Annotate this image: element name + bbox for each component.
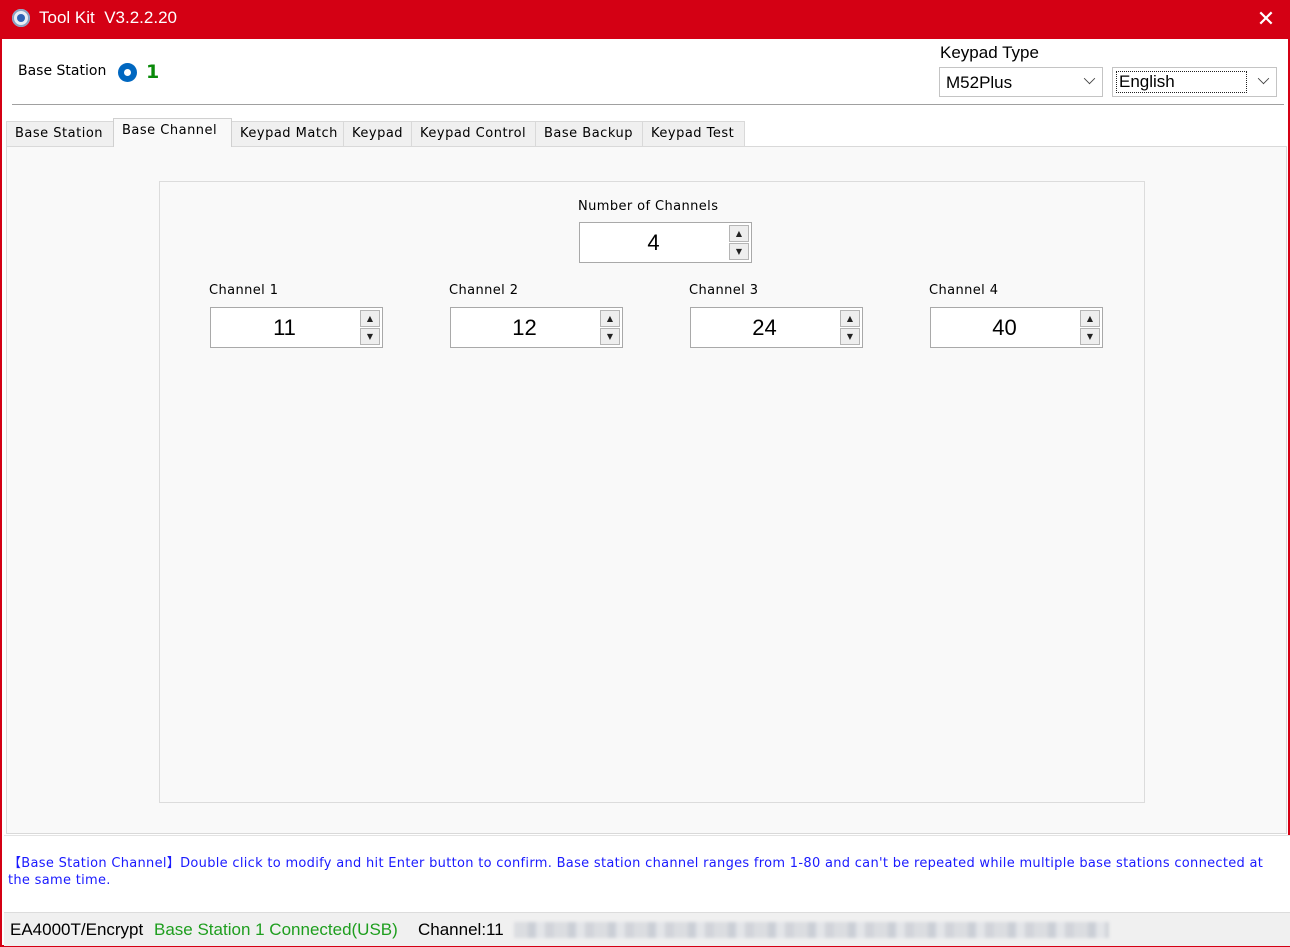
channel-group: Number of Channels 4 ▲ ▼ Channel 1 11 ▲ …	[159, 181, 1145, 803]
base-station-label: Base Station	[18, 63, 107, 79]
number-of-channels-stepper[interactable]: 4 ▲ ▼	[579, 222, 752, 263]
arrow-down-icon[interactable]: ▼	[1080, 328, 1100, 345]
arrow-up-icon[interactable]: ▲	[729, 225, 749, 242]
arrow-down-icon[interactable]: ▼	[360, 328, 380, 345]
tab-base-station[interactable]: Base Station	[6, 121, 114, 146]
channel-1-value[interactable]: 11	[211, 308, 358, 347]
channel-3-value[interactable]: 24	[691, 308, 838, 347]
channel-3-label: Channel 3	[689, 283, 759, 298]
stepper-buttons: ▲ ▼	[840, 310, 860, 345]
channel-2-value[interactable]: 12	[451, 308, 598, 347]
tab-keypad-test[interactable]: Keypad Test	[642, 121, 745, 146]
language-value: English	[1116, 71, 1247, 93]
channel-2-label: Channel 2	[449, 283, 519, 298]
channel-1-label: Channel 1	[209, 283, 279, 298]
stepper-buttons: ▲ ▼	[1080, 310, 1100, 345]
chevron-down-icon	[1083, 72, 1096, 85]
channel-4-label: Channel 4	[929, 283, 999, 298]
status-bar: EA4000T/Encrypt Base Station 1 Connected…	[4, 912, 1290, 946]
chevron-down-icon	[1257, 72, 1270, 85]
channel-1-stepper[interactable]: 11 ▲ ▼	[210, 307, 383, 348]
tab-base-channel[interactable]: Base Channel	[113, 118, 232, 147]
status-channel: Channel:11	[418, 920, 504, 939]
arrow-up-icon[interactable]: ▲	[360, 310, 380, 327]
arrow-down-icon[interactable]: ▼	[600, 328, 620, 345]
tab-keypad-control[interactable]: Keypad Control	[411, 121, 536, 146]
channel-4-stepper[interactable]: 40 ▲ ▼	[930, 307, 1103, 348]
status-connection: Base Station 1 Connected(USB)	[154, 920, 398, 939]
redacted-status-details	[514, 922, 1109, 938]
keypad-type-label: Keypad Type	[940, 43, 1039, 62]
info-message: 【Base Station Channel】Double click to mo…	[8, 856, 1264, 888]
arrow-down-icon[interactable]: ▼	[840, 328, 860, 345]
arrow-up-icon[interactable]: ▲	[840, 310, 860, 327]
channel-3-stepper[interactable]: 24 ▲ ▼	[690, 307, 863, 348]
status-model: EA4000T/Encrypt	[10, 920, 144, 939]
tab-keypad-match[interactable]: Keypad Match	[231, 121, 344, 146]
keypad-type-dropdown[interactable]: M52Plus	[939, 67, 1103, 97]
stepper-buttons: ▲ ▼	[360, 310, 380, 345]
number-of-channels-label: Number of Channels	[578, 199, 719, 214]
tab-keypad[interactable]: Keypad	[343, 121, 412, 146]
info-panel: 【Base Station Channel】Double click to mo…	[4, 835, 1290, 912]
channel-2-stepper[interactable]: 12 ▲ ▼	[450, 307, 623, 348]
channel-4-value[interactable]: 40	[931, 308, 1078, 347]
close-icon[interactable]: ✕	[1240, 0, 1290, 39]
arrow-up-icon[interactable]: ▲	[600, 310, 620, 327]
stepper-buttons: ▲ ▼	[729, 225, 749, 260]
keypad-type-value: M52Plus	[946, 73, 1013, 92]
arrow-up-icon[interactable]: ▲	[1080, 310, 1100, 327]
main-window: Tool Kit V3.2.2.20 ✕ Base Station 1 Keyp…	[0, 0, 1290, 947]
window-title: Tool Kit V3.2.2.20	[39, 8, 177, 27]
base-station-radio[interactable]	[118, 63, 137, 82]
number-of-channels-value[interactable]: 4	[580, 223, 727, 262]
base-channel-page: Number of Channels 4 ▲ ▼ Channel 1 11 ▲ …	[6, 146, 1287, 834]
header-divider	[12, 104, 1284, 106]
arrow-down-icon[interactable]: ▼	[729, 243, 749, 260]
title-bar[interactable]: Tool Kit V3.2.2.20 ✕	[2, 0, 1290, 39]
language-dropdown[interactable]: English	[1112, 67, 1277, 97]
app-icon	[12, 9, 30, 27]
stepper-buttons: ▲ ▼	[600, 310, 620, 345]
tab-base-backup[interactable]: Base Backup	[535, 121, 643, 146]
base-station-number: 1	[146, 61, 160, 83]
